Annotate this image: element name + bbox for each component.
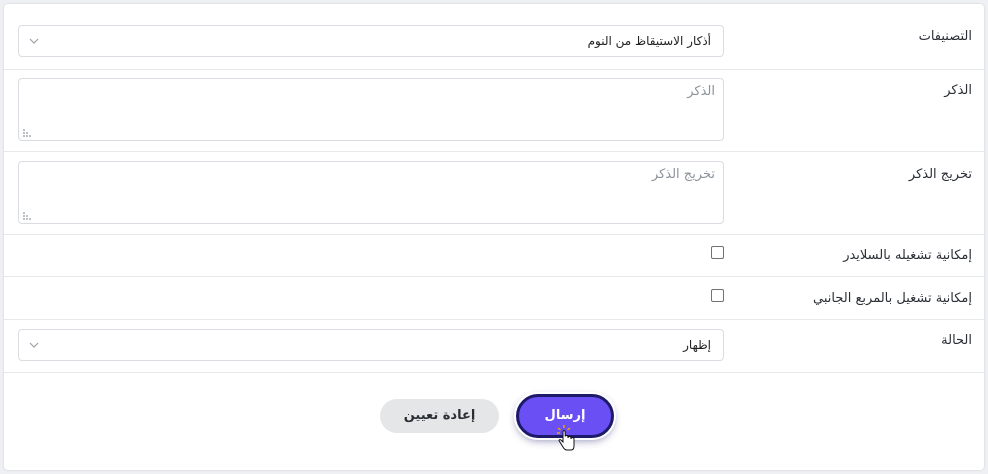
slider-option-label: إمكانية تشغيله بالسلايدر bbox=[843, 248, 972, 263]
dhikr-placeholder: الذكر bbox=[687, 84, 715, 99]
chevron-down-icon bbox=[29, 342, 39, 348]
takhrij-label: تخريج الذكر bbox=[908, 167, 972, 182]
row-status: الحالة إظهار bbox=[4, 319, 984, 373]
categories-label: التصنيفات bbox=[918, 29, 972, 44]
row-dhikr: الذكر الذكر bbox=[4, 69, 984, 152]
sidebox-option-checkbox[interactable] bbox=[711, 289, 724, 302]
takhrij-textarea[interactable]: تخريج الذكر bbox=[18, 161, 724, 224]
reset-button[interactable]: إعادة تعيين bbox=[380, 399, 499, 433]
takhrij-placeholder: تخريج الذكر bbox=[651, 167, 715, 182]
categories-select[interactable]: أذكار الاستيقاظ من النوم bbox=[18, 25, 724, 57]
resize-grip-icon[interactable] bbox=[22, 211, 32, 221]
row-categories: التصنيفات أذكار الاستيقاظ من النوم bbox=[4, 4, 984, 70]
status-label: الحالة bbox=[941, 333, 972, 348]
slider-option-checkbox[interactable] bbox=[711, 246, 724, 259]
row-slider-option: إمكانية تشغيله بالسلايدر bbox=[4, 234, 984, 277]
dhikr-label: الذكر bbox=[944, 83, 972, 98]
resize-grip-icon[interactable] bbox=[22, 128, 32, 138]
categories-select-value: أذكار الاستيقاظ من النوم bbox=[587, 34, 711, 48]
hand-cursor-icon bbox=[557, 425, 575, 451]
sidebox-option-label: إمكانية تشغيل بالمربع الجانبي bbox=[813, 291, 972, 306]
status-select-value: إظهار bbox=[683, 338, 711, 352]
status-select[interactable]: إظهار bbox=[18, 329, 724, 361]
form-card: التصنيفات أذكار الاستيقاظ من النوم الذكر… bbox=[4, 4, 984, 470]
dhikr-textarea[interactable]: الذكر bbox=[18, 78, 724, 141]
chevron-down-icon bbox=[29, 38, 39, 44]
row-takhrij: تخريج الذكر تخريج الذكر bbox=[4, 151, 984, 235]
row-sidebox-option: إمكانية تشغيل بالمربع الجانبي bbox=[4, 276, 984, 320]
